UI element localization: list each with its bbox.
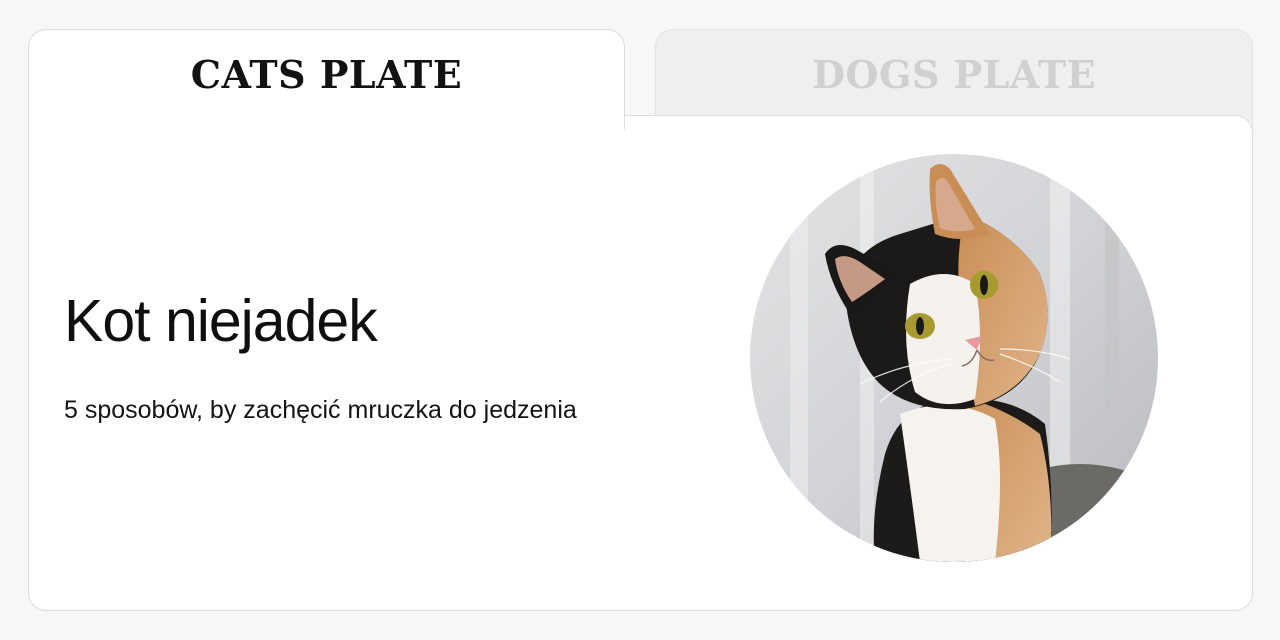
article-subtitle: 5 sposobów, by zachęcić mruczka do jedze… bbox=[64, 396, 577, 424]
cat-photo bbox=[750, 154, 1158, 562]
cats-dogs-card: CATS PLATE DOGS PLATE Kot niejadek 5 spo… bbox=[0, 0, 1280, 640]
tab-dogs-plate-label: DOGS PLATE bbox=[811, 52, 1097, 97]
active-tab-connector bbox=[29, 114, 624, 117]
cat-illustration bbox=[750, 154, 1158, 562]
article-title: Kot niejadek bbox=[64, 288, 378, 354]
tab-cats-plate-label: CATS PLATE bbox=[190, 52, 463, 97]
content-panel: Kot niejadek 5 sposobów, by zachęcić mru… bbox=[28, 115, 1253, 611]
tab-dogs-plate[interactable]: DOGS PLATE bbox=[655, 29, 1253, 129]
